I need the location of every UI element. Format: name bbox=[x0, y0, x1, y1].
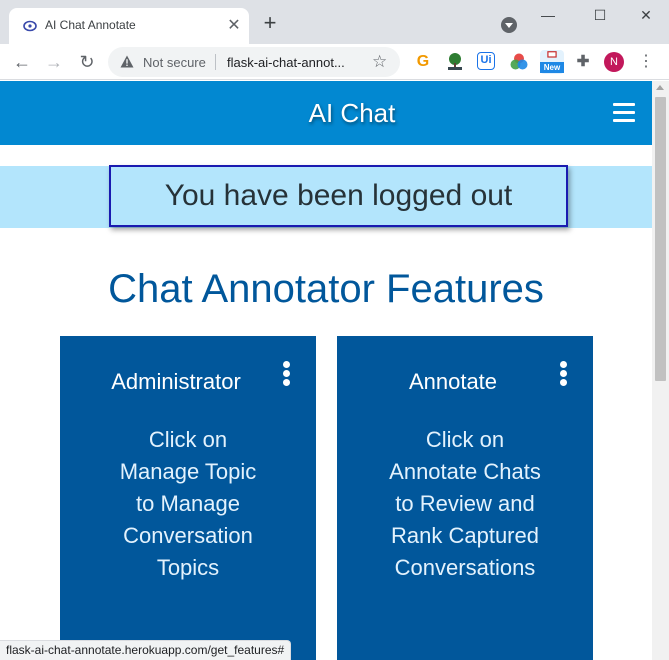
features-heading: Chat Annotator Features bbox=[108, 267, 544, 311]
kebab-menu-icon[interactable] bbox=[559, 361, 569, 387]
card-text-line: to Review and bbox=[395, 491, 535, 516]
flash-message: You have been logged out bbox=[164, 179, 513, 212]
profile-avatar[interactable]: N bbox=[604, 52, 624, 72]
scroll-up-arrow-icon[interactable] bbox=[656, 85, 664, 90]
extension-ui-icon[interactable]: Ui bbox=[477, 52, 495, 70]
card-annotate[interactable]: Annotate Click on Annotate Chats to Revi… bbox=[337, 336, 593, 660]
tab-strip: AI Chat Annotate ✕ + — ☐ ✕ bbox=[0, 0, 669, 44]
status-link-url: flask-ai-chat-annotate.herokuapp.com/get… bbox=[0, 640, 292, 660]
maximize-button[interactable]: ☐ bbox=[585, 4, 615, 26]
card-text-line: to Manage bbox=[136, 491, 240, 516]
address-divider bbox=[215, 54, 216, 70]
close-window-button[interactable]: ✕ bbox=[631, 4, 661, 26]
card-text-line: Topics bbox=[156, 555, 220, 580]
extension-new-icon[interactable]: New bbox=[540, 50, 564, 74]
card-title: Administrator bbox=[111, 369, 241, 394]
reload-button[interactable]: ↻ bbox=[73, 48, 101, 76]
new-tab-button[interactable]: + bbox=[258, 12, 282, 36]
card-title: Annotate bbox=[408, 369, 498, 394]
app-title: AI Chat bbox=[308, 98, 396, 128]
address-bar[interactable]: Not secure flask-ai-chat-annot... ☆ bbox=[108, 47, 400, 77]
page-scrollbar[interactable] bbox=[652, 81, 669, 660]
card-description: Click on Manage Topic to Manage Conversa… bbox=[60, 424, 316, 584]
back-button[interactable]: ← bbox=[8, 48, 36, 76]
card-text-line: Manage Topic bbox=[119, 459, 257, 484]
tab-title: AI Chat Annotate bbox=[45, 18, 136, 32]
page-content: AI Chat You have been logged out Chat An… bbox=[0, 81, 652, 660]
card-text-line: Conversations bbox=[394, 555, 536, 580]
security-status[interactable]: Not secure bbox=[143, 55, 206, 70]
warning-triangle-icon bbox=[120, 55, 134, 68]
kebab-menu-icon[interactable] bbox=[282, 361, 292, 387]
card-text-line: Click on bbox=[148, 427, 228, 452]
browser-tab[interactable]: AI Chat Annotate ✕ bbox=[9, 8, 249, 44]
browser-window: AI Chat Annotate ✕ + — ☐ ✕ ← → ↻ Not sec… bbox=[0, 0, 669, 660]
flash-message-box: You have been logged out bbox=[109, 165, 568, 227]
card-text-line: Rank Captured bbox=[391, 523, 539, 548]
extensions-puzzle-icon[interactable]: ✚ bbox=[573, 52, 593, 72]
scrollbar-thumb[interactable] bbox=[655, 97, 666, 381]
url-text[interactable]: flask-ai-chat-annot... bbox=[227, 55, 345, 70]
extension-color-wheel-icon[interactable] bbox=[509, 52, 529, 72]
browser-menu-icon[interactable]: ⋮ bbox=[638, 50, 654, 74]
app-bar: AI Chat bbox=[0, 81, 652, 145]
hamburger-menu-icon[interactable] bbox=[613, 103, 635, 122]
card-text-line: Conversation bbox=[123, 523, 253, 548]
forward-button[interactable]: → bbox=[40, 48, 68, 76]
tab-close-icon[interactable]: ✕ bbox=[224, 16, 244, 36]
extension-g-icon[interactable]: G bbox=[413, 52, 433, 72]
minimize-button[interactable]: — bbox=[533, 4, 563, 26]
bookmark-star-icon[interactable]: ☆ bbox=[372, 52, 387, 72]
card-text-line: Click on bbox=[425, 427, 505, 452]
extension-new-label: New bbox=[540, 62, 564, 73]
tab-search-icon[interactable] bbox=[501, 17, 517, 33]
extension-tree-icon[interactable] bbox=[445, 52, 465, 72]
browser-toolbar: ← → ↻ Not secure flask-ai-chat-annot... … bbox=[0, 44, 669, 80]
card-administrator[interactable]: Administrator Click on Manage Topic to M… bbox=[60, 336, 316, 660]
card-description: Click on Annotate Chats to Review and Ra… bbox=[337, 424, 593, 584]
card-text-line: Annotate Chats bbox=[389, 459, 541, 484]
chat-logo-icon bbox=[23, 20, 37, 32]
